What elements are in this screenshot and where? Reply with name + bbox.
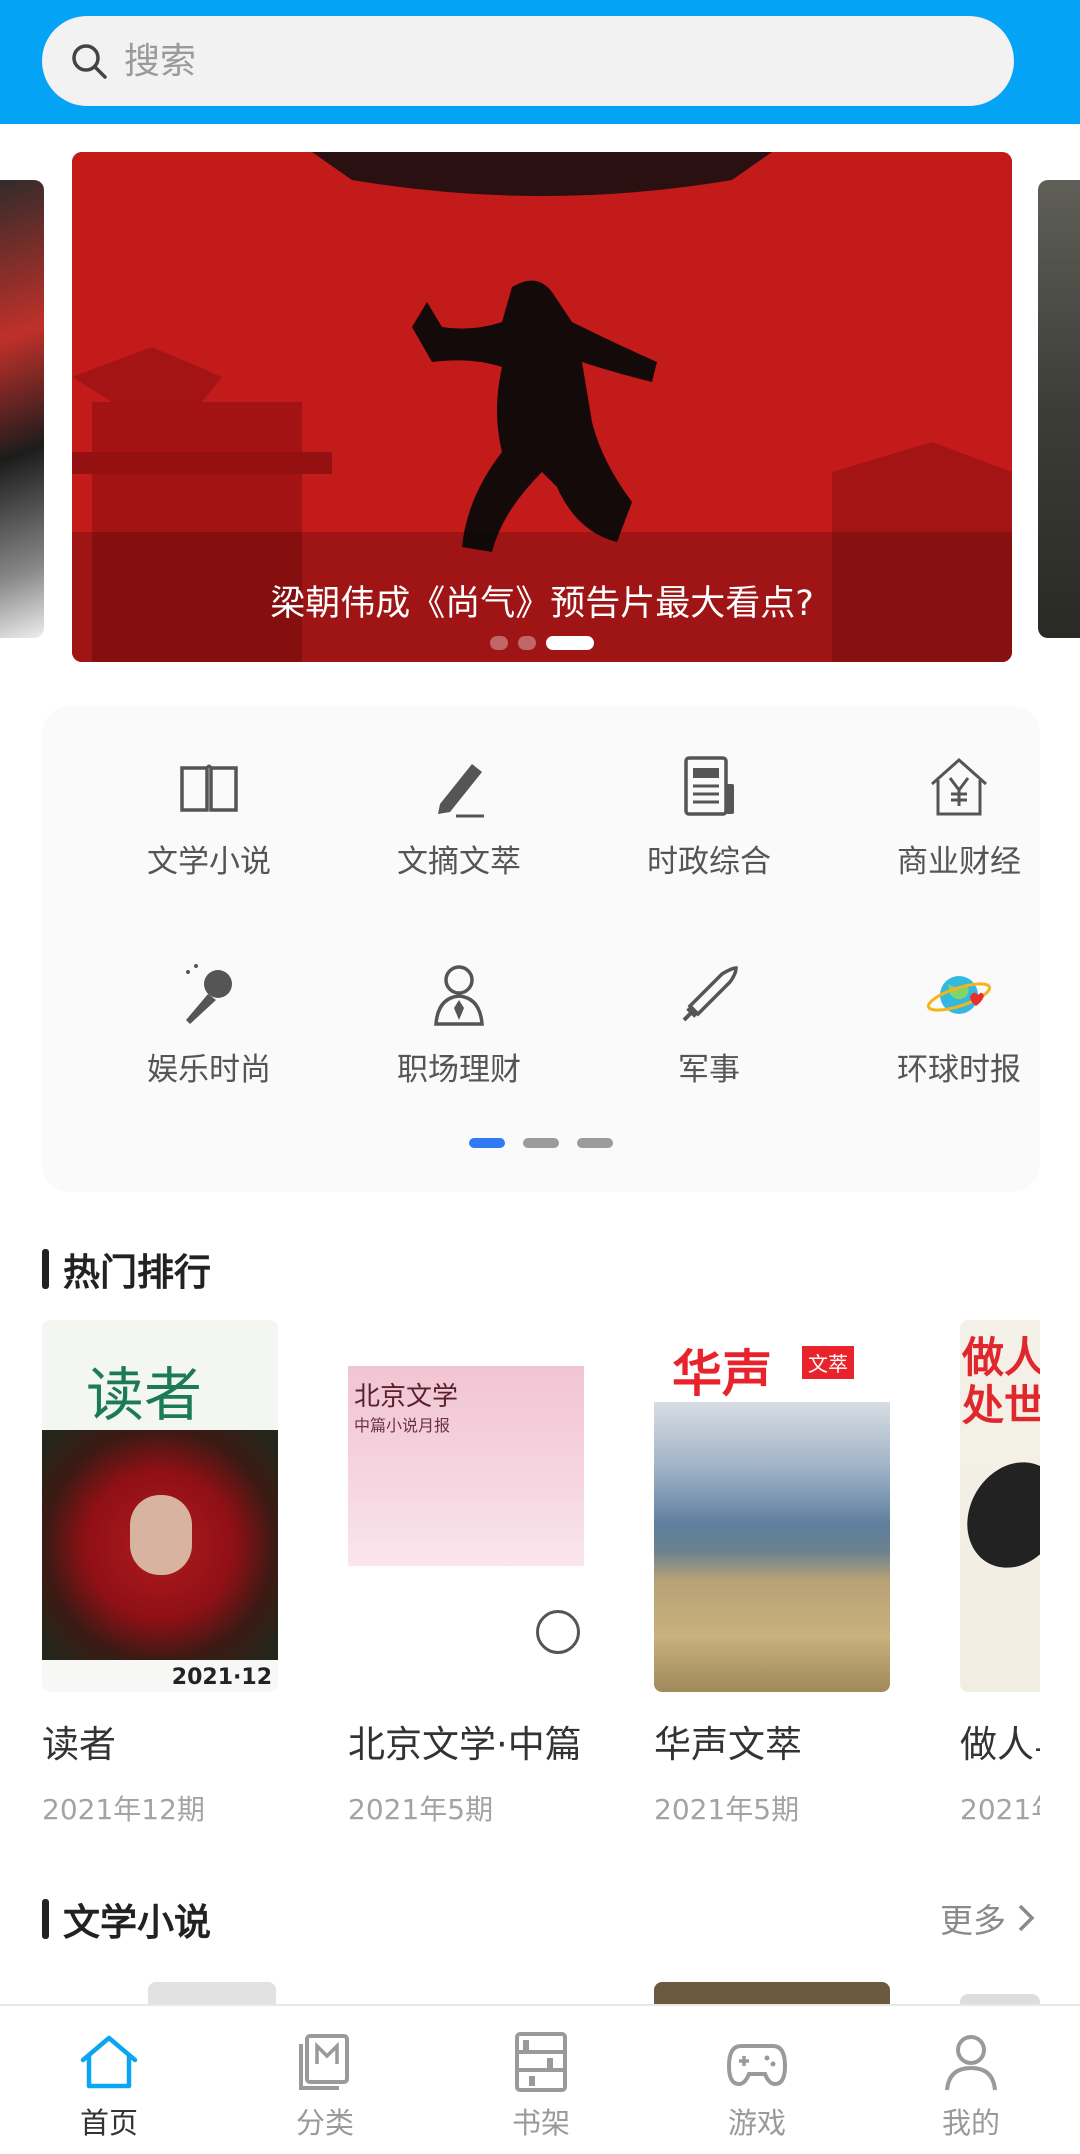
tab-games[interactable]: 游戏 [682,2030,832,2142]
category-label: 文摘文萃 [397,844,521,880]
tab-category[interactable]: 分类 [250,2030,400,2142]
hot-ranking-header: 热门排行 [42,1244,211,1294]
book-cover: 华声 文萃 [654,1320,890,1692]
tab-home[interactable]: 首页 [34,2030,184,2142]
category-politics[interactable]: 时政综合 [584,754,834,904]
category-literature[interactable]: 文学小说 [84,754,334,904]
section-bar [42,1249,49,1289]
cover-subtitle: 中篇小说月报 [354,1416,451,1435]
pen-icon [438,764,484,818]
person-tie-icon [434,965,484,1026]
open-book-icon [180,764,238,812]
book-card[interactable]: 读者 2021·12 读者 2021年12期 [42,1320,278,1828]
tab-label: 游戏 [727,2106,786,2140]
pager-dot-active[interactable] [469,1138,505,1148]
search-bar[interactable] [42,16,1014,106]
category-digest[interactable]: 文摘文萃 [334,754,584,904]
cover-title: 读者 [86,1361,203,1429]
tab-label: 首页 [79,2106,138,2140]
tab-bookshelf[interactable]: 书架 [466,2030,616,2142]
section-title: 文学小说 [63,1901,211,1944]
book-card[interactable]: 华声 文萃 华声文萃 2021年5期 [654,1320,890,1828]
gamepad-icon [726,2044,788,2087]
tab-label: 分类 [295,2106,354,2140]
tab-label: 书架 [511,2106,570,2140]
category-global-times[interactable]: 环球时报 [834,962,1080,1112]
search-icon [72,44,107,79]
cover-date: 2021·12 [171,1665,272,1690]
pager-dot[interactable] [577,1138,613,1148]
category-label: 商业财经 [897,844,1021,880]
category-label: 娱乐时尚 [147,1052,271,1088]
category-entertainment[interactable]: 娱乐时尚 [84,962,334,1112]
cover-title: 做人处世 [962,1333,1040,1430]
book-issue: 2021年 [960,1793,1040,1826]
banner-carousel[interactable]: 梁朝伟成《尚气》预告片最大看点? [0,150,1080,670]
more-label: 更多 [940,1901,1006,1940]
category-label: 时政综合 [647,844,771,880]
banner-indicator [72,636,1012,650]
book-card[interactable]: 做人处世 做人与处世 2021年 [960,1320,1040,1828]
previous-banner-peek[interactable] [0,180,44,638]
cover-title: 华声 [672,1345,772,1403]
pager-dot[interactable] [523,1138,559,1148]
microphone-icon [186,964,232,1024]
yen-house-icon [931,757,987,816]
section-title: 热门排行 [63,1251,211,1294]
banner-dot-active [546,636,594,650]
banner-slide[interactable]: 梁朝伟成《尚气》预告片最大看点? [72,152,1012,662]
category-career[interactable]: 职场理财 [334,962,584,1112]
book-title: 北京文学·中篇 [348,1723,582,1766]
book-cover: 做人处世 [960,1320,1040,1692]
literature-book-cover-peek[interactable] [654,1982,890,2006]
newspaper-icon [684,756,734,816]
category-grid: 文学小说 文摘文萃 时政综合 商业财经 娱乐时尚 职场理财 军事 环球时报 [42,706,1040,1192]
category-label: 环球时报 [897,1052,1021,1088]
book-title: 做人与处世 [960,1723,1040,1766]
section-bar [42,1899,49,1939]
book-issue: 2021年5期 [654,1793,800,1826]
tab-label: 我的 [941,2106,1000,2140]
bookshelf-icon [515,2032,567,2092]
tab-profile[interactable]: 我的 [896,2030,1046,2142]
category-label: 军事 [678,1052,740,1088]
more-link[interactable]: 更多 [940,1894,1036,1942]
banner-caption: 梁朝伟成《尚气》预告片最大看点? [270,584,814,624]
category-label: 文学小说 [147,844,271,880]
banner-dot [518,636,536,650]
cover-badge: 文萃 [802,1346,854,1379]
book-title: 读者 [42,1723,116,1766]
literature-book-cover-peek[interactable] [148,1982,276,2006]
category-business[interactable]: 商业财经 [834,754,1080,904]
literature-header: 文学小说 [42,1894,211,1944]
home-icon [80,2035,138,2089]
book-cover: 北京文学 中篇小说月报 [348,1320,584,1692]
search-input[interactable] [124,40,944,82]
chevron-right-icon [1018,1904,1035,1932]
top-header [0,0,1080,124]
category-icon [299,2034,349,2090]
book-card[interactable]: 北京文学 中篇小说月报 北京文学·中篇 2021年5期 [348,1320,584,1828]
banner-dot [490,636,508,650]
category-label: 职场理财 [397,1052,521,1088]
book-cover: 读者 2021·12 [42,1320,278,1692]
bullet-icon [682,966,738,1022]
next-banner-peek[interactable] [1038,180,1080,638]
planet-icon [926,976,992,1014]
user-icon [945,2035,997,2091]
cover-title: 北京文学 [354,1382,459,1412]
bottom-tab-bar: 首页 分类 书架 游戏 我的 [0,2004,1080,2154]
category-pager [42,1138,1040,1148]
book-issue: 2021年5期 [348,1793,494,1826]
book-title: 华声文萃 [654,1723,802,1766]
category-military[interactable]: 军事 [584,962,834,1112]
book-issue: 2021年12期 [42,1793,205,1826]
